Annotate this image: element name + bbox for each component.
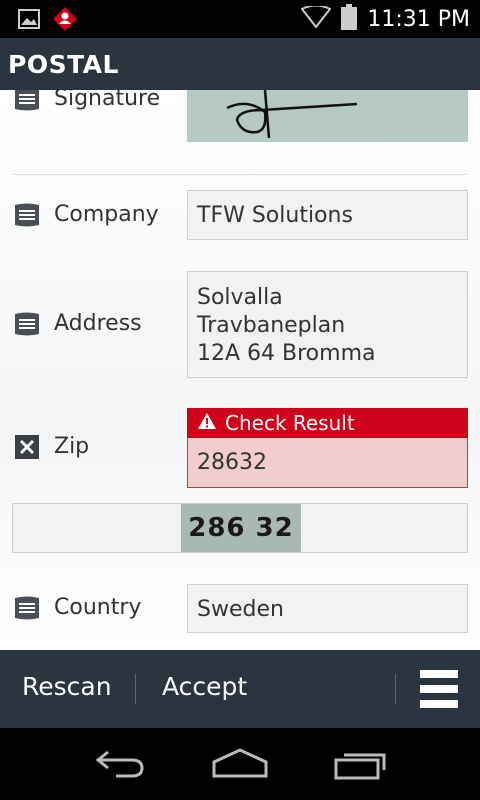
zip-error-message: Check Result (225, 411, 355, 435)
action-bar: Rescan Accept (0, 650, 480, 728)
signature-label: Signature (54, 90, 161, 111)
recent-apps-icon[interactable] (334, 748, 388, 784)
address-field[interactable]: Solvalla Travbaneplan 12A 64 Bromma (187, 271, 468, 378)
home-icon[interactable] (212, 748, 268, 782)
zip-scan-image: 286 32 (181, 504, 301, 552)
warning-icon (197, 411, 217, 435)
address-label-row: Address (14, 311, 142, 336)
address-line: 12A 64 Bromma (197, 341, 376, 366)
battery-icon (341, 4, 358, 34)
zip-scan-preview: 286 32 (12, 503, 468, 553)
accept-button[interactable]: Accept (162, 672, 247, 701)
company-label-row: Company (14, 202, 159, 227)
document-icon (14, 596, 40, 620)
rescan-button[interactable]: Rescan (22, 672, 112, 701)
country-field[interactable]: Sweden (187, 584, 468, 633)
zip-label-row: Zip (14, 434, 89, 459)
zip-label: Zip (54, 434, 90, 459)
zip-error-banner: Check Result (187, 408, 468, 438)
close-icon (14, 434, 40, 459)
document-icon (14, 90, 40, 111)
zip-field[interactable]: 28632 (187, 438, 468, 488)
wifi-icon (300, 4, 332, 32)
status-bar: 11:31 PM (0, 0, 480, 38)
document-icon (14, 203, 40, 227)
clock: 11:31 PM (367, 6, 470, 32)
divider (135, 674, 136, 704)
page-title: POSTAL (8, 50, 119, 79)
address-label: Address (54, 311, 142, 336)
document-icon (14, 312, 40, 336)
address-line: Travbaneplan (197, 313, 346, 338)
form-content[interactable]: Signature Company TFW Solutions Address … (0, 90, 480, 650)
company-field[interactable]: TFW Solutions (187, 190, 468, 240)
navigation-bar (0, 728, 480, 800)
signature-label-row: Signature (14, 90, 160, 111)
image-notification-icon (18, 9, 40, 33)
divider (395, 674, 396, 704)
country-label: Country (54, 595, 142, 620)
country-label-row: Country (14, 595, 141, 620)
menu-icon[interactable] (420, 670, 458, 708)
back-icon[interactable] (94, 748, 146, 784)
signature-image (187, 90, 468, 142)
address-line: Solvalla (197, 285, 283, 310)
app-bar: POSTAL (0, 38, 480, 90)
company-label: Company (54, 202, 159, 227)
app-notification-icon (52, 6, 78, 36)
divider (12, 174, 468, 175)
